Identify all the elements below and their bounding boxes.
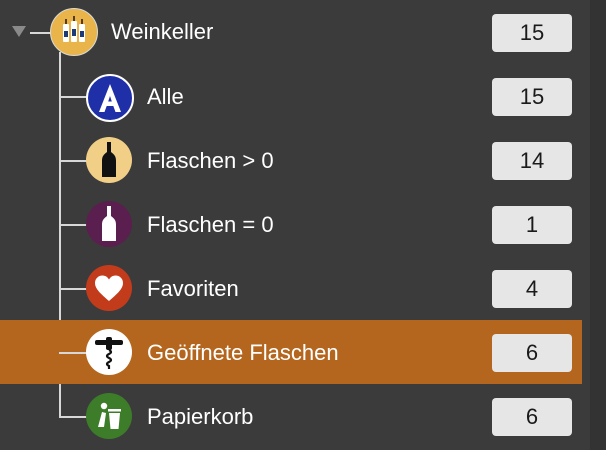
count-badge: 6 — [492, 334, 572, 372]
bottle-icon — [86, 137, 132, 183]
tree-row-label: Alle — [147, 84, 184, 109]
tree-row-favoriten[interactable]: Favoriten 4 — [0, 256, 582, 320]
count-badge: 4 — [492, 270, 572, 308]
tree-row-flaschen-eq-0[interactable]: Flaschen = 0 1 — [0, 192, 582, 256]
empty-bottle-icon — [86, 201, 132, 247]
tree-row-label: Weinkeller — [111, 19, 214, 44]
count-badge: 6 — [492, 398, 572, 436]
tree-row-geoeffnete-flaschen[interactable]: Geöffnete Flaschen 6 — [0, 320, 582, 384]
tree-row-label: Favoriten — [147, 276, 239, 301]
wine-bottles-icon — [50, 8, 98, 56]
letter-a-icon — [86, 74, 134, 122]
sidebar-edge — [590, 0, 606, 450]
tree-line-branch — [59, 352, 87, 354]
trash-icon — [86, 393, 132, 439]
heart-icon — [86, 265, 132, 311]
tree-row-label: Geöffnete Flaschen — [147, 340, 339, 365]
count-badge: 15 — [492, 78, 572, 116]
tree-row-label: Flaschen = 0 — [147, 212, 274, 237]
count-badge: 15 — [492, 14, 572, 52]
tree-row-label: Flaschen > 0 — [147, 148, 274, 173]
disclosure-triangle[interactable] — [12, 26, 26, 37]
tree-row-weinkeller[interactable]: Weinkeller 15 — [0, 0, 582, 64]
source-list: Weinkeller 15 Alle 15 Flaschen > 0 14 Fl… — [0, 0, 606, 450]
count-badge: 14 — [492, 142, 572, 180]
tree-row-label: Papierkorb — [147, 404, 254, 429]
tree-row-alle[interactable]: Alle 15 — [0, 64, 582, 128]
corkscrew-icon — [86, 329, 132, 375]
tree-row-papierkorb[interactable]: Papierkorb 6 — [0, 384, 582, 448]
count-badge: 1 — [492, 206, 572, 244]
tree-row-flaschen-gt-0[interactable]: Flaschen > 0 14 — [0, 128, 582, 192]
